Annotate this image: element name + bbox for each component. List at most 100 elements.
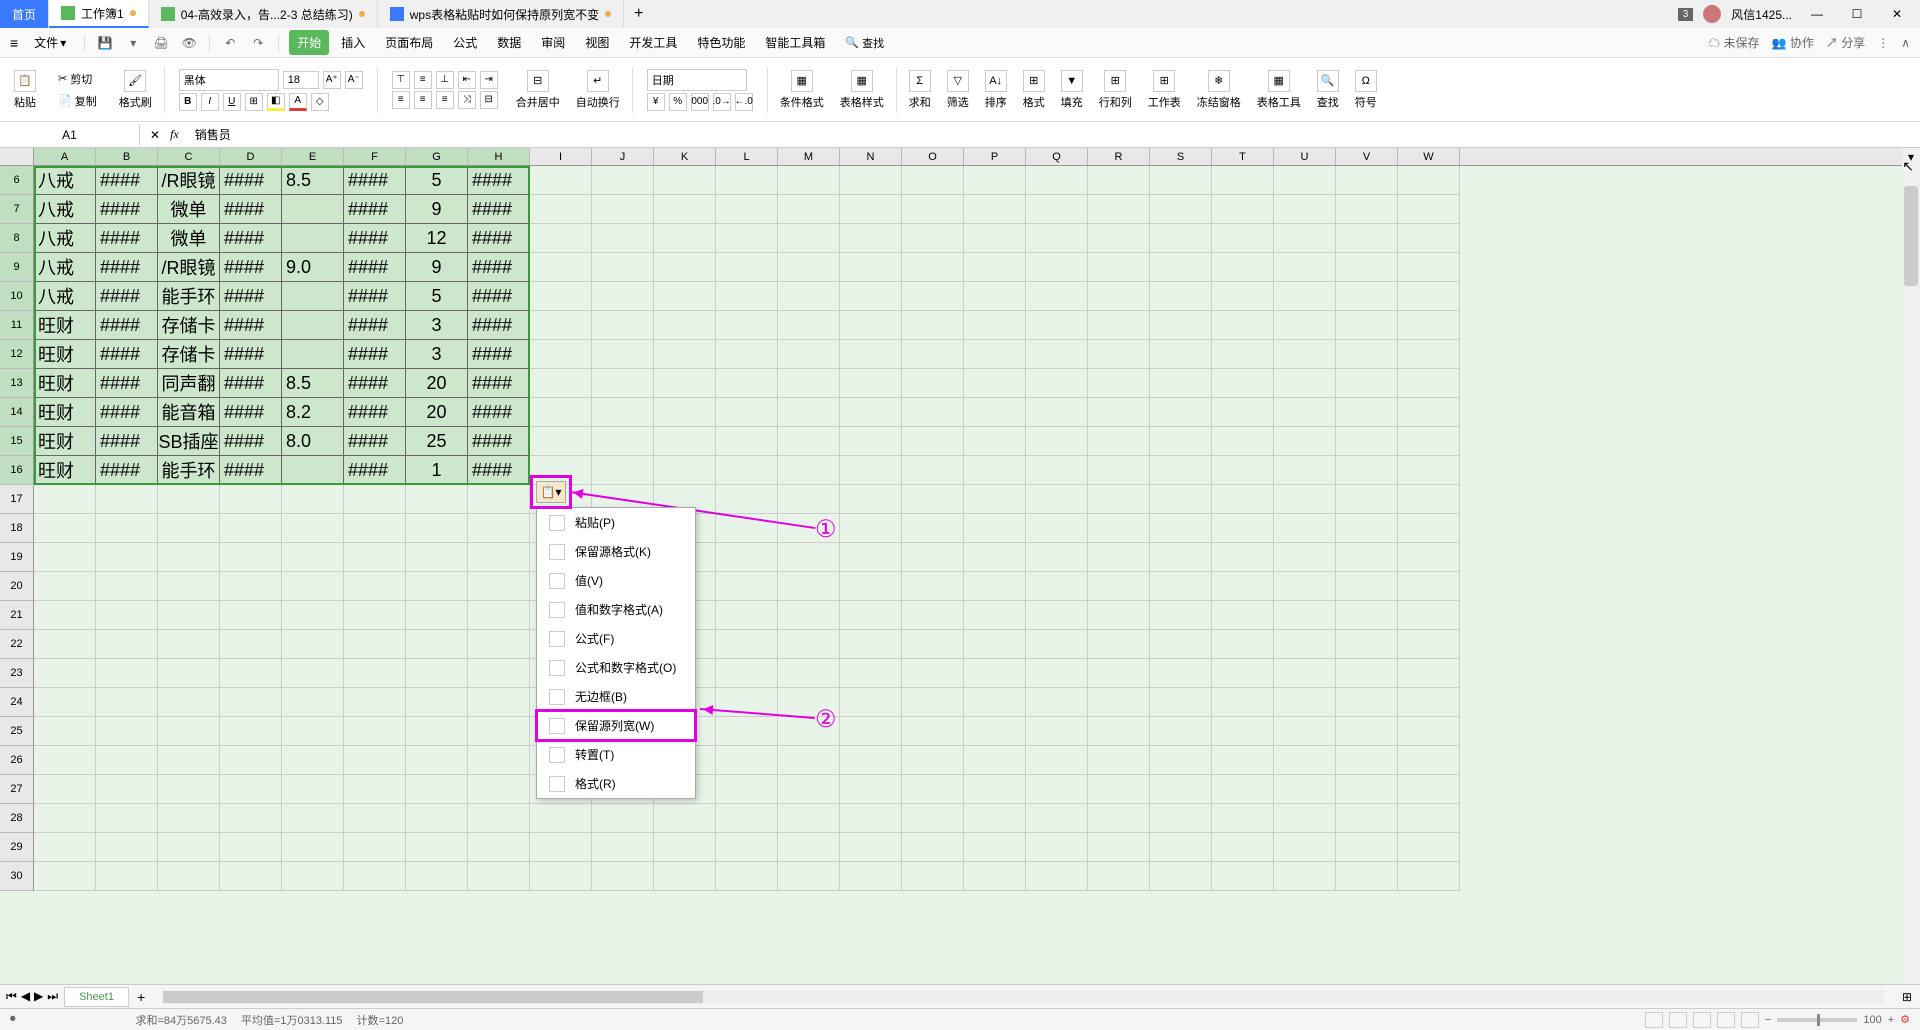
comma-button[interactable]: 000: [691, 93, 709, 111]
cell[interactable]: ####: [468, 369, 530, 398]
cell[interactable]: [96, 601, 158, 630]
cell[interactable]: [282, 456, 344, 485]
cell[interactable]: ####: [96, 253, 158, 282]
cell[interactable]: [406, 746, 468, 775]
cell[interactable]: [468, 804, 530, 833]
cell[interactable]: [716, 195, 778, 224]
cell[interactable]: 5: [406, 166, 468, 195]
cell[interactable]: [1150, 804, 1212, 833]
cell[interactable]: [1088, 833, 1150, 862]
cell[interactable]: [1398, 369, 1460, 398]
cell[interactable]: [344, 804, 406, 833]
cell[interactable]: [96, 862, 158, 891]
cell[interactable]: [1212, 630, 1274, 659]
cell[interactable]: [840, 543, 902, 572]
cell[interactable]: [840, 427, 902, 456]
cell[interactable]: [1088, 253, 1150, 282]
cell[interactable]: ####: [96, 427, 158, 456]
vertical-scrollbar[interactable]: [1902, 166, 1920, 984]
cell[interactable]: ####: [468, 456, 530, 485]
cell[interactable]: [1088, 456, 1150, 485]
table-tools-button[interactable]: ▦表格工具: [1253, 70, 1305, 110]
cell[interactable]: [1398, 166, 1460, 195]
cell[interactable]: [654, 340, 716, 369]
cell[interactable]: [406, 804, 468, 833]
sum-button[interactable]: Σ求和: [905, 70, 935, 110]
cell[interactable]: [1026, 485, 1088, 514]
cell[interactable]: [282, 688, 344, 717]
cell[interactable]: [902, 311, 964, 340]
cell[interactable]: [778, 195, 840, 224]
cell[interactable]: [530, 282, 592, 311]
cell[interactable]: [654, 166, 716, 195]
row-header[interactable]: 21: [0, 601, 33, 630]
column-header[interactable]: S: [1150, 148, 1212, 165]
cell[interactable]: [716, 369, 778, 398]
ribbon-tab-5[interactable]: 审阅: [533, 30, 573, 55]
cell[interactable]: [406, 485, 468, 514]
cell[interactable]: [1274, 804, 1336, 833]
cell[interactable]: ####: [468, 311, 530, 340]
redo-button[interactable]: ↷: [248, 33, 268, 53]
ribbon-tab-6[interactable]: 视图: [577, 30, 617, 55]
cell[interactable]: [1336, 195, 1398, 224]
cell[interactable]: [902, 688, 964, 717]
cell[interactable]: [778, 659, 840, 688]
cell[interactable]: 能手环: [158, 456, 220, 485]
cell[interactable]: [1150, 369, 1212, 398]
cell[interactable]: [1212, 601, 1274, 630]
cell[interactable]: [1274, 456, 1336, 485]
cell[interactable]: [1088, 340, 1150, 369]
cell[interactable]: [282, 485, 344, 514]
increase-decimal-button[interactable]: .0→: [713, 93, 731, 111]
worksheet-button[interactable]: ⊞工作表: [1144, 70, 1185, 110]
cell[interactable]: [220, 833, 282, 862]
cell[interactable]: [778, 543, 840, 572]
cell[interactable]: [840, 253, 902, 282]
cell[interactable]: [716, 717, 778, 746]
cell[interactable]: ####: [468, 282, 530, 311]
cell[interactable]: [654, 862, 716, 891]
cell[interactable]: [1274, 833, 1336, 862]
filter-button[interactable]: ▽筛选: [943, 70, 973, 110]
paste-menu-item[interactable]: 保留源列宽(W): [537, 711, 695, 740]
cell[interactable]: 25: [406, 427, 468, 456]
cell[interactable]: [902, 862, 964, 891]
cell[interactable]: [1150, 630, 1212, 659]
column-header[interactable]: W: [1398, 148, 1460, 165]
cell[interactable]: [1088, 427, 1150, 456]
cell[interactable]: [468, 543, 530, 572]
cell[interactable]: [840, 456, 902, 485]
cell[interactable]: [1398, 311, 1460, 340]
cell[interactable]: [1274, 282, 1336, 311]
save-button[interactable]: 💾: [95, 33, 115, 53]
cell[interactable]: [778, 282, 840, 311]
font-color-button[interactable]: A: [289, 93, 307, 111]
cell[interactable]: ####: [96, 282, 158, 311]
cell[interactable]: [1398, 601, 1460, 630]
cell[interactable]: [530, 398, 592, 427]
cell[interactable]: [406, 543, 468, 572]
conditional-format-button[interactable]: ▦条件格式: [776, 70, 828, 110]
cell[interactable]: [96, 717, 158, 746]
cell[interactable]: [1150, 688, 1212, 717]
cell[interactable]: [96, 514, 158, 543]
cell[interactable]: [1212, 398, 1274, 427]
cell[interactable]: [1150, 659, 1212, 688]
cell[interactable]: [530, 311, 592, 340]
cell[interactable]: [34, 775, 96, 804]
cell[interactable]: ####: [344, 166, 406, 195]
cell[interactable]: [654, 224, 716, 253]
cell[interactable]: [406, 601, 468, 630]
row-header[interactable]: 26: [0, 746, 33, 775]
cell[interactable]: 8.0: [282, 427, 344, 456]
cell[interactable]: [840, 514, 902, 543]
cell[interactable]: [778, 253, 840, 282]
ribbon-tab-3[interactable]: 公式: [445, 30, 485, 55]
cell[interactable]: [902, 282, 964, 311]
cell[interactable]: [530, 369, 592, 398]
align-middle-button[interactable]: ≡: [414, 71, 432, 89]
fill-button[interactable]: ▼填充: [1057, 70, 1087, 110]
cell[interactable]: [964, 369, 1026, 398]
column-header[interactable]: J: [592, 148, 654, 165]
